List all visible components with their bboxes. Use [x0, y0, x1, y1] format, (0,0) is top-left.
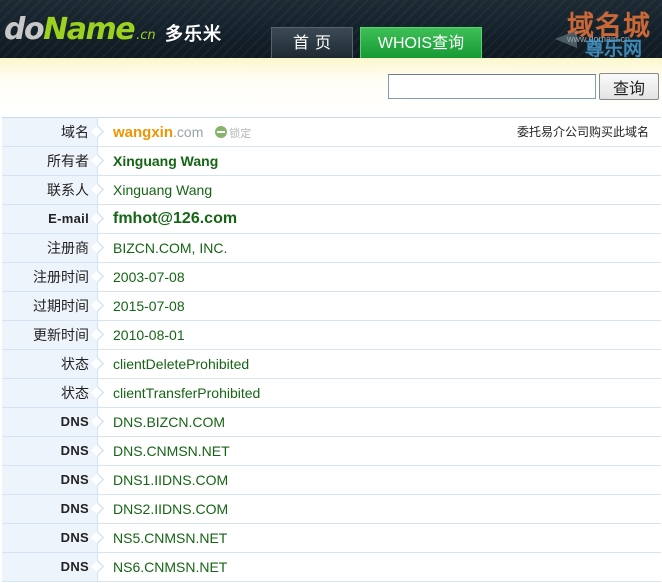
row-value: 2010-08-01 [113, 327, 185, 343]
row-label: 状态 [2, 350, 98, 378]
tab-home[interactable]: 首页 [271, 27, 353, 58]
lock-status-text: 锁定 [229, 128, 252, 140]
row-value: DNS1.IIDNS.COM [113, 472, 229, 488]
row-label: 所有者 [2, 147, 98, 175]
row-label: DNS [2, 495, 98, 523]
whois-row-dns: DNS DNS.BIZCN.COM [2, 408, 661, 437]
row-label: DNS [2, 553, 98, 581]
row-value: clientTransferProhibited [113, 385, 261, 401]
row-label: 联系人 [2, 176, 98, 204]
whois-row-updated: 更新时间 2010-08-01 [2, 321, 661, 350]
site-header: do Name .cn 多乐米 首页 WHOIS查询 域名城 www.domai… [0, 0, 662, 58]
row-label: 状态 [2, 379, 98, 407]
broker-purchase-link[interactable]: 委托易介公司购买此域名 [517, 118, 649, 146]
watermark-sub: 尊乐网 [585, 39, 643, 58]
row-value: NS6.CNMSN.NET [113, 559, 228, 575]
row-label: E-mail [2, 205, 98, 233]
whois-row-owner: 所有者 Xinguang Wang [2, 147, 661, 176]
row-value: BIZCN.COM, INC. [113, 240, 228, 256]
whois-row-status: 状态 clientTransferProhibited [2, 379, 661, 408]
whois-row-email: E-mail fmhot@126.com [2, 205, 661, 234]
whois-row-dns: DNS NS6.CNMSN.NET [2, 553, 661, 582]
row-value: 2015-07-08 [113, 298, 185, 314]
row-label: DNS [2, 524, 98, 552]
whois-row-contact: 联系人 Xinguang Wang [2, 176, 661, 205]
search-bar: 查询 [0, 58, 662, 114]
whois-row-expires: 过期时间 2015-07-08 [2, 292, 661, 321]
logo-do-text: do [4, 12, 45, 47]
row-value: Xinguang Wang [113, 153, 219, 169]
watermark-logo: 域名城 www.domain.cn 尊乐网 [555, 4, 660, 58]
search-input[interactable] [388, 74, 596, 99]
domain-extension: .com [173, 124, 204, 140]
row-value: fmhot@126.com [113, 210, 238, 227]
logo-tld-text: .cn [136, 28, 156, 43]
row-value: 2003-07-08 [113, 269, 185, 285]
row-value: NS5.CNMSN.NET [113, 530, 228, 546]
row-value: Xinguang Wang [113, 182, 213, 198]
row-label: 注册时间 [2, 263, 98, 291]
domain-value: wangxin.com 锁定 委托易介公司购买此域名 [98, 118, 661, 146]
row-value: DNS2.IIDNS.COM [113, 501, 229, 517]
whois-row-dns: DNS DNS.CNMSN.NET [2, 437, 661, 466]
row-value: DNS.CNMSN.NET [113, 443, 230, 459]
whois-table: 域名 wangxin.com 锁定 委托易介公司购买此域名 所有者 Xingua… [2, 117, 661, 583]
row-label: 过期时间 [2, 292, 98, 320]
site-logo[interactable]: do Name .cn [4, 10, 156, 50]
row-value: DNS.BIZCN.COM [113, 414, 225, 430]
whois-row-registrar: 注册商 BIZCN.COM, INC. [2, 234, 661, 263]
lock-icon [215, 126, 228, 138]
row-label: DNS [2, 466, 98, 494]
whois-row-dns: DNS DNS2.IIDNS.COM [2, 495, 661, 524]
whois-row-created: 注册时间 2003-07-08 [2, 263, 661, 292]
whois-row-dns: DNS DNS1.IIDNS.COM [2, 466, 661, 495]
tab-whois-query[interactable]: WHOIS查询 [360, 27, 482, 58]
logo-name-text: Name [43, 12, 135, 47]
whois-row-dns: DNS NS5.CNMSN.NET [2, 524, 661, 553]
whois-row-domain: 域名 wangxin.com 锁定 委托易介公司购买此域名 [2, 118, 661, 147]
row-label: 更新时间 [2, 321, 98, 349]
row-label: DNS [2, 437, 98, 465]
row-label: 注册商 [2, 234, 98, 262]
row-value: clientDeleteProhibited [113, 356, 250, 372]
row-label: DNS [2, 408, 98, 436]
whois-row-status: 状态 clientDeleteProhibited [2, 350, 661, 379]
brand-name: 多乐米 [165, 24, 222, 44]
search-button[interactable]: 查询 [599, 73, 659, 100]
row-label: 域名 [2, 118, 98, 146]
domain-name: wangxin [113, 124, 174, 141]
